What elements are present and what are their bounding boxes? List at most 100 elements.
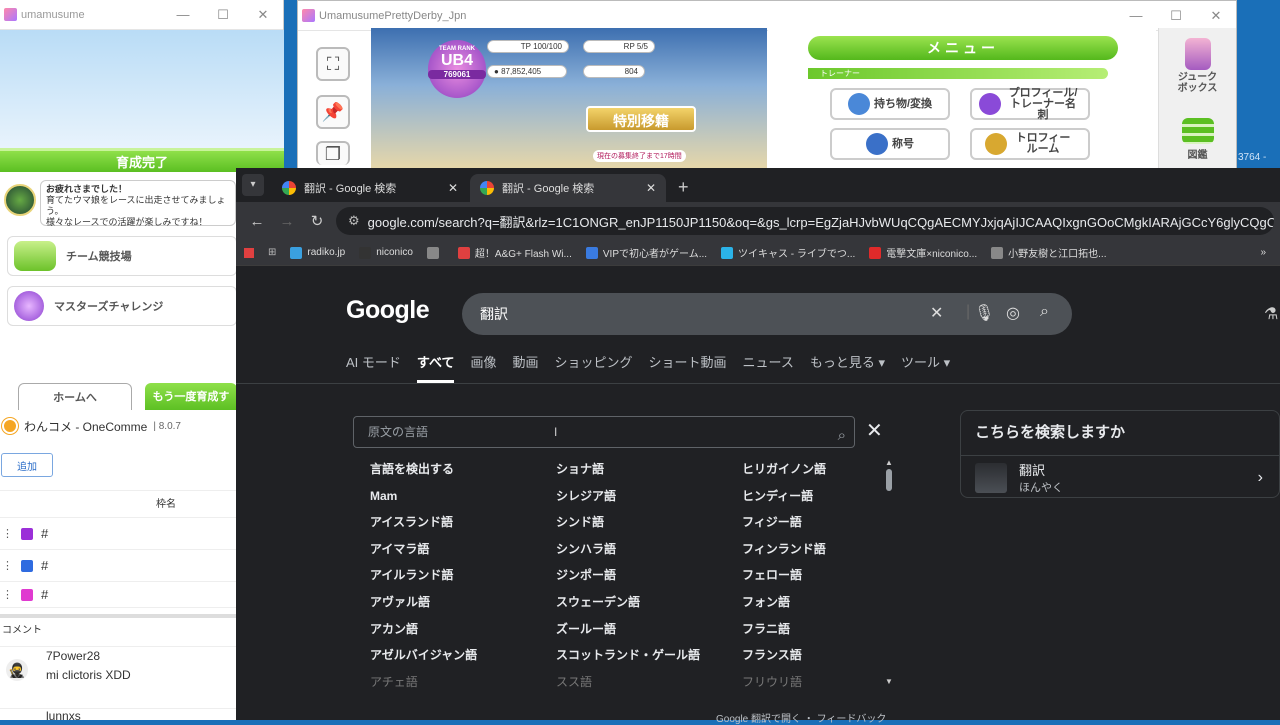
bookmark-item[interactable]: niconico [359, 245, 413, 260]
language-option[interactable]: シンハラ語 [556, 536, 736, 563]
color-swatch[interactable] [21, 527, 33, 540]
language-option[interactable]: フラニ語 [742, 616, 922, 643]
special-transfer-banner[interactable]: 特別移籍 [586, 106, 696, 132]
language-option[interactable]: アゼルバイジャン語 [370, 642, 550, 669]
fullscreen-icon[interactable]: ⛶ [316, 47, 350, 81]
language-option[interactable]: Mam [370, 483, 550, 510]
trophy-button[interactable]: トロフィールーム [970, 128, 1090, 160]
uma-small-titlebar[interactable]: umamusume — ☐ ✕ [0, 0, 283, 30]
language-option[interactable]: ジンポー語 [556, 562, 736, 589]
language-option[interactable]: アカン語 [370, 616, 550, 643]
labs-flask-icon[interactable]: ⚗ [1264, 304, 1278, 324]
language-option[interactable]: フランス語 [742, 642, 922, 669]
language-option[interactable]: スス語 [556, 669, 736, 696]
reload-icon[interactable]: ↻ [302, 212, 332, 230]
site-info-icon[interactable]: ⚙ [348, 213, 360, 229]
source-language-input[interactable]: 原文の言語 ⌕ I [353, 416, 855, 448]
scroll-up-icon[interactable]: ▲ [884, 458, 894, 467]
browser-tab[interactable]: 翻訳 - Google 検索 ✕ [272, 174, 468, 202]
forward-icon[interactable]: → [272, 213, 302, 230]
bookmark-item[interactable]: VIPで初心者がゲーム... [585, 245, 707, 260]
apps-grid-icon[interactable]: ⊞ [268, 247, 276, 258]
bookmark-item[interactable]: ツイキャス - ライブでつ... [721, 245, 855, 260]
language-option[interactable]: フィジー語 [742, 509, 922, 536]
search-tab[interactable]: もっと見る ▾ [810, 352, 885, 383]
bookmark-item[interactable]: 小野友樹と江口拓也... [991, 245, 1106, 260]
bookmark-item[interactable]: 超！A&G+ Flash Wi... [457, 245, 572, 260]
color-swatch[interactable] [21, 559, 33, 572]
language-option[interactable]: 言語を検出する [370, 456, 550, 483]
bookmark-red-icon[interactable] [244, 247, 254, 258]
bookmark-item[interactable] [426, 245, 444, 260]
jukebox-panel[interactable]: ジュークボックス 図鑑 [1158, 28, 1236, 171]
maximize-icon[interactable]: ☐ [203, 7, 243, 23]
again-button[interactable]: もう一度育成す [145, 383, 237, 411]
address-bar[interactable]: ⚙ google.com/search?q=翻訳&rlz=1C1ONGR_enJ… [336, 207, 1274, 235]
comment-item[interactable]: 🥷 7Power28 mi clictoris XDD [0, 646, 236, 702]
google-logo[interactable]: Google [346, 296, 430, 325]
close-picker-icon[interactable]: ✕ [866, 418, 883, 443]
language-option[interactable]: ショナ語 [556, 456, 736, 483]
drag-handle-icon[interactable]: ⋮ [2, 527, 13, 540]
language-option[interactable]: アチェ語 [370, 669, 550, 696]
translate-footer[interactable]: Google 翻訳で開く ・ フィードバック [716, 710, 886, 725]
language-option[interactable]: ヒリガイノン語 [742, 456, 922, 483]
window-icon[interactable]: ❐ [316, 141, 350, 165]
items-button[interactable]: 持ち物/変換 [830, 88, 950, 120]
scroll-down-icon[interactable]: ▼ [884, 677, 894, 686]
tab-search-icon[interactable]: ▾ [242, 174, 264, 196]
pin-icon[interactable]: 📌 [316, 95, 350, 129]
bookmark-item[interactable]: 電撃文庫×niconico... [869, 245, 977, 260]
language-option[interactable]: アイルランド語 [370, 562, 550, 589]
waku-row[interactable]: ⋮ # [0, 518, 236, 550]
maximize-icon[interactable]: ☐ [1156, 8, 1196, 24]
masters-challenge-button[interactable]: マスターズチャレンジ [7, 286, 237, 326]
more-bookmarks-icon[interactable]: » [1260, 247, 1266, 258]
search-icon[interactable]: ⌕ [1040, 303, 1049, 321]
browser-tab-active[interactable]: 翻訳 - Google 検索 ✕ [470, 174, 666, 202]
tab-close-icon[interactable]: ✕ [448, 181, 458, 195]
language-option[interactable]: フェロー語 [742, 562, 922, 589]
new-tab-icon[interactable]: + [668, 177, 699, 202]
language-option[interactable]: ヒンディー語 [742, 483, 922, 510]
language-scrollbar[interactable]: ▲ ▼ [884, 458, 894, 686]
search-tab[interactable]: ツール ▾ [901, 352, 950, 383]
profile-button[interactable]: プロフィール/トレーナー名刺 [970, 87, 1090, 120]
language-option[interactable]: アイマラ語 [370, 536, 550, 563]
color-swatch[interactable] [21, 588, 33, 601]
game-home-screen[interactable]: TEAM RANK UB4 769061 TP 100/100 RP 5/5 ●… [371, 28, 767, 171]
language-option[interactable]: シンド語 [556, 509, 736, 536]
language-option[interactable]: フィンランド語 [742, 536, 922, 563]
search-tab[interactable]: AI モード [346, 352, 401, 383]
close-icon[interactable]: ✕ [243, 7, 283, 23]
language-option[interactable]: アヴァル語 [370, 589, 550, 616]
drag-handle-icon[interactable]: ⋮ [2, 588, 13, 601]
search-tab[interactable]: ショート動画 [649, 352, 727, 383]
language-option[interactable]: ズールー語 [556, 616, 736, 643]
team-rank-badge[interactable]: TEAM RANK UB4 769061 [428, 40, 486, 98]
lens-icon[interactable]: ◎ [1006, 303, 1020, 323]
language-option[interactable]: アイスランド語 [370, 509, 550, 536]
bookmark-item[interactable]: radiko.jp [290, 245, 345, 260]
comment-item[interactable]: lunnxs [0, 708, 236, 720]
language-option[interactable]: フォン語 [742, 589, 922, 616]
team-stadium-button[interactable]: チーム競技場 [7, 236, 237, 276]
waku-row[interactable]: ⋮ # [0, 550, 236, 582]
close-icon[interactable]: ✕ [1196, 8, 1236, 24]
search-tab[interactable]: 動画 [513, 352, 539, 383]
tab-close-icon[interactable]: ✕ [646, 181, 656, 195]
search-box[interactable]: 翻訳 ✕ | 🎙 ◎ ⌕ [462, 293, 1072, 335]
did-you-mean-item[interactable]: 翻訳 ほんやく › [961, 455, 1279, 499]
back-icon[interactable]: ← [242, 213, 272, 230]
title-button[interactable]: 称号 [830, 128, 950, 160]
drag-handle-icon[interactable]: ⋮ [2, 559, 13, 572]
search-tab[interactable]: ショッピング [555, 352, 633, 383]
minimize-icon[interactable]: — [1116, 8, 1156, 24]
waku-row[interactable]: ⋮ # [0, 582, 236, 608]
language-option[interactable]: スウェーデン語 [556, 589, 736, 616]
search-tab[interactable]: すべて [416, 352, 455, 383]
language-option[interactable]: シレジア語 [556, 483, 736, 510]
home-button[interactable]: ホームへ [18, 383, 132, 411]
scroll-thumb[interactable] [886, 469, 892, 491]
add-button[interactable]: 追加 [1, 453, 53, 477]
